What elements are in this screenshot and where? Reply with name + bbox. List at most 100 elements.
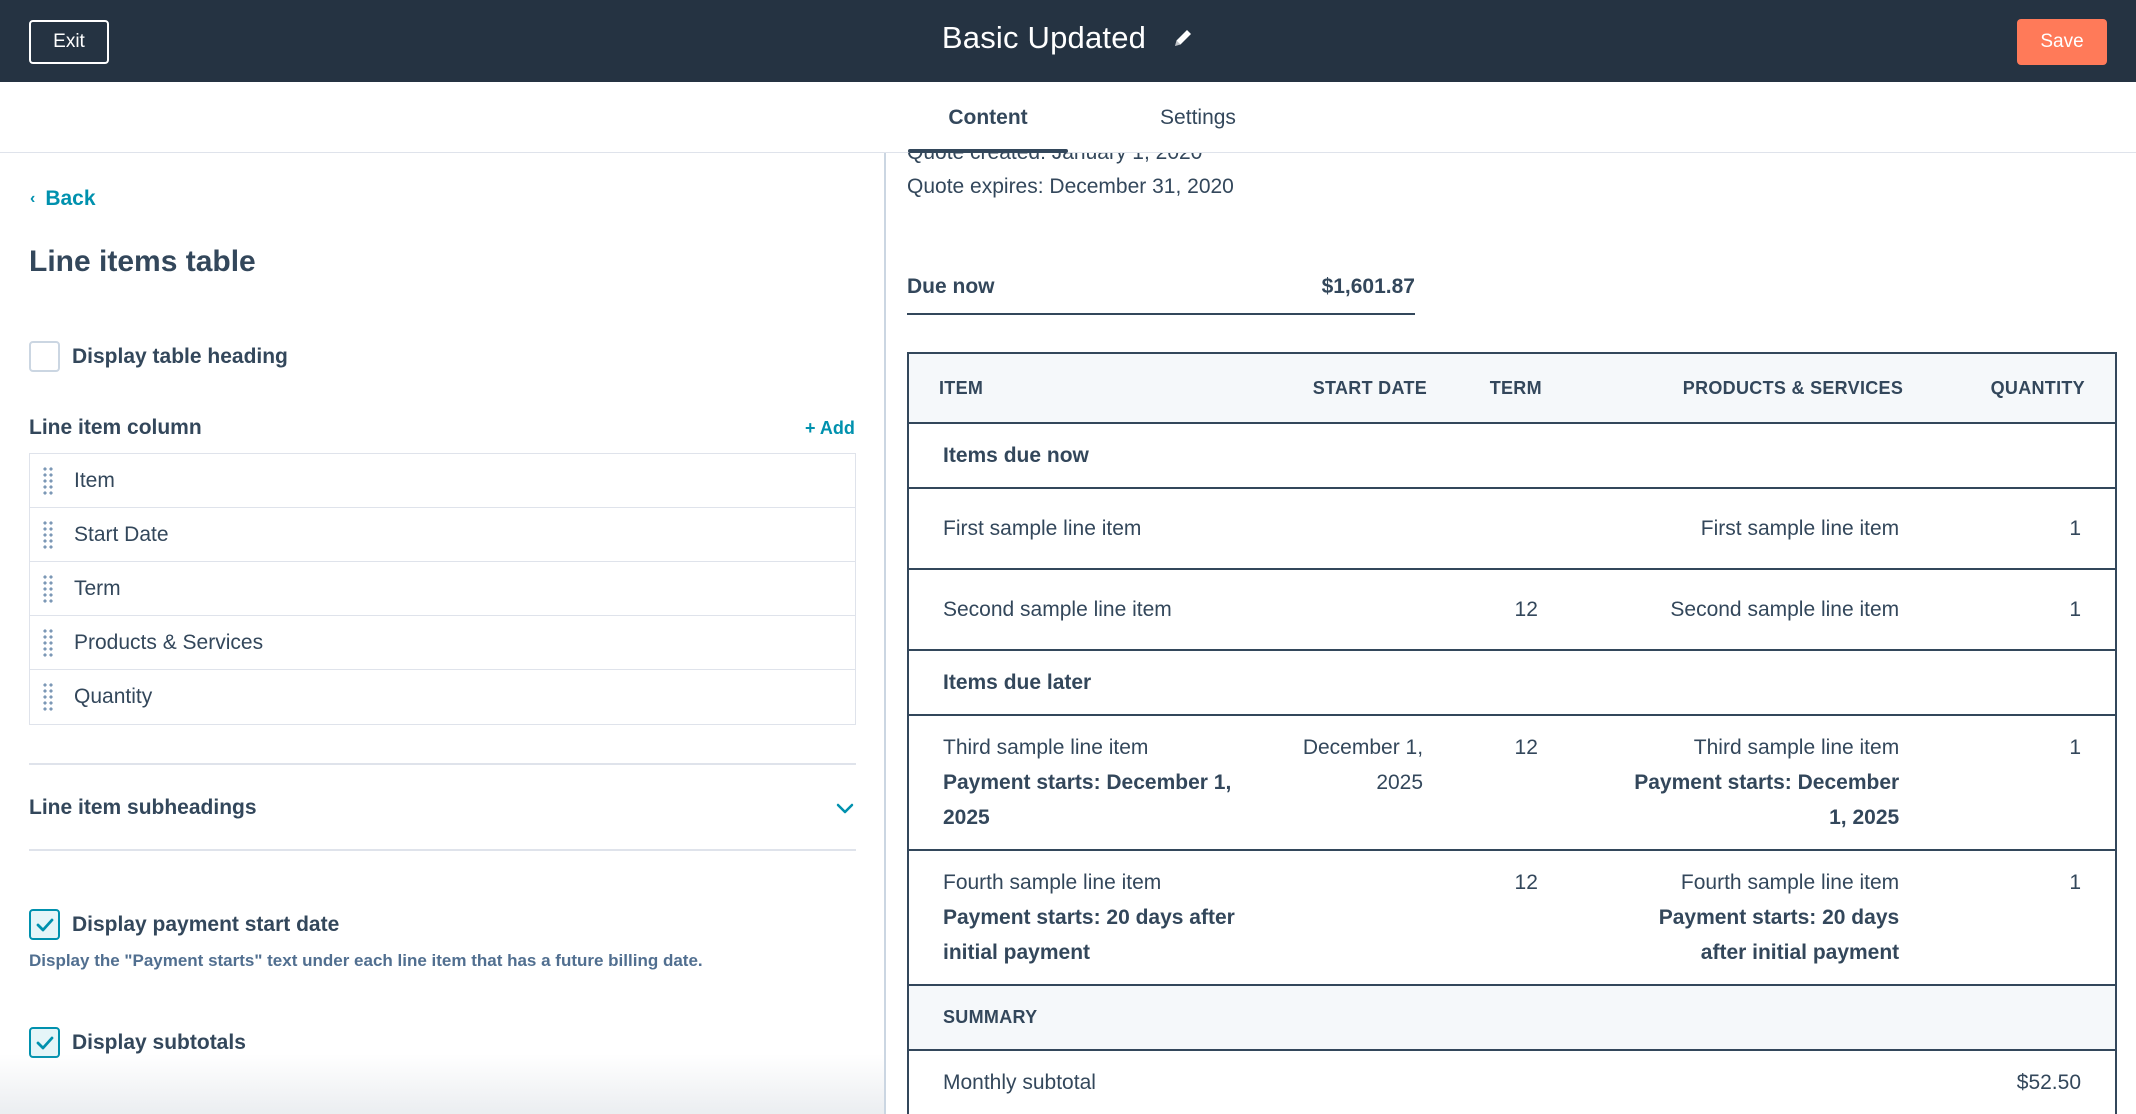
back-link[interactable]: ‹ Back: [30, 187, 96, 211]
display-subtotals-label: Display subtotals: [72, 1030, 246, 1054]
bottom-fade: [0, 1054, 884, 1114]
column-header: START DATE: [1297, 353, 1458, 424]
display-table-heading-checkbox[interactable]: [29, 341, 60, 372]
column-header: QUANTITY: [1933, 353, 2116, 424]
chevron-down-icon[interactable]: [834, 797, 856, 819]
summary-row: SUMMARY: [908, 985, 2116, 1051]
column-item-label: Products & Services: [74, 630, 264, 654]
pencil-icon[interactable]: [1172, 27, 1194, 49]
payment-starts: Payment starts: December 1, 2025: [943, 771, 1232, 829]
column-list: Item Start Date Term Products & Services…: [29, 453, 856, 725]
panel-title: Line items table: [29, 245, 256, 278]
back-label: Back: [45, 187, 96, 210]
cell-term: 12: [1457, 715, 1572, 851]
display-payment-start-label: Display payment start date: [72, 912, 340, 936]
drag-handle-icon[interactable]: [42, 465, 54, 496]
group-row: Items due now: [908, 423, 2116, 489]
column-item-label: Quantity: [74, 685, 153, 708]
column-header: TERM: [1457, 353, 1572, 424]
column-header: ITEM: [908, 353, 1298, 424]
group-label: Items due now: [908, 423, 2116, 489]
cell-product: Fourth sample line item Payment starts: …: [1571, 850, 1934, 986]
cell-qty: 1: [1933, 715, 2116, 851]
tab-bar: Content Settings: [0, 82, 2136, 153]
save-button[interactable]: Save: [2017, 19, 2107, 65]
monthly-subtotal-label: Monthly subtotal: [908, 1050, 1934, 1114]
payment-help-text: Display the "Payment starts" text under …: [29, 951, 703, 970]
top-bar: Exit Basic Updated Save: [0, 0, 2136, 82]
cell-start: [1297, 488, 1458, 570]
column-item-label: Term: [74, 576, 121, 600]
cell-qty: 1: [1933, 488, 2116, 570]
cell-item: Third sample line item Payment starts: D…: [908, 715, 1298, 851]
item-name: Fourth sample line item: [943, 871, 1162, 894]
cell-item: Fourth sample line item Payment starts: …: [908, 850, 1298, 986]
drag-handle-icon[interactable]: [42, 519, 54, 550]
quote-preview: Quote created: January 1, 2020 Quote exp…: [886, 153, 2136, 1114]
cell-term: 12: [1457, 850, 1572, 986]
due-now: Due now $1,601.87: [907, 275, 1415, 315]
divider: [29, 763, 856, 765]
table-row: Second sample line item 12 Second sample…: [908, 569, 2116, 651]
column-item-label: Item: [74, 468, 115, 492]
line-item-subheadings-label: Line item subheadings: [29, 796, 257, 819]
column-item[interactable]: Products & Services: [30, 616, 855, 670]
quote-created: Quote created: January 1, 2020: [907, 153, 1202, 165]
left-panel: ‹ Back Line items table Display table he…: [0, 153, 884, 1114]
cell-item: First sample line item: [908, 488, 1298, 570]
cell-start: [1297, 850, 1458, 986]
cell-term: 12: [1457, 569, 1572, 651]
payment-starts: Payment starts: 20 days after initial pa…: [943, 906, 1235, 964]
table-row: Fourth sample line item Payment starts: …: [908, 850, 2116, 986]
line-item-subheadings-toggle[interactable]: Line item subheadings: [29, 796, 856, 820]
column-item[interactable]: Quantity: [30, 670, 855, 724]
payment-starts: Payment starts: 20 days after initial pa…: [1658, 906, 1900, 964]
column-item-label: Start Date: [74, 522, 169, 546]
cell-qty: 1: [1933, 569, 2116, 651]
display-table-heading-label: Display table heading: [72, 344, 288, 368]
group-label: Items due later: [908, 650, 2116, 716]
drag-handle-icon[interactable]: [42, 682, 54, 712]
drag-handle-icon[interactable]: [42, 573, 54, 604]
line-item-column-label: Line item column: [29, 416, 202, 439]
title-wrap: Basic Updated: [0, 20, 2136, 56]
cell-term: [1457, 488, 1572, 570]
column-item[interactable]: Start Date: [30, 508, 855, 562]
due-now-value: $1,601.87: [1321, 275, 1415, 298]
cell-product: Second sample line item: [1571, 569, 1934, 651]
table-row: Third sample line item Payment starts: D…: [908, 715, 2116, 851]
drag-handle-icon[interactable]: [42, 627, 54, 658]
column-header: PRODUCTS & SERVICES: [1571, 353, 1934, 424]
product-name: Third sample line item: [1693, 736, 1900, 759]
table-row: First sample line item First sample line…: [908, 488, 2116, 570]
tab-settings[interactable]: Settings: [1100, 82, 1296, 153]
cell-qty: 1: [1933, 850, 2116, 986]
payment-starts: Payment starts: December 1, 2025: [1634, 771, 1900, 829]
cell-product: First sample line item: [1571, 488, 1934, 570]
cell-item: Second sample line item: [908, 569, 1298, 651]
column-item[interactable]: Item: [30, 454, 855, 508]
monthly-subtotal-value: $52.50: [1933, 1050, 2116, 1114]
display-table-heading-row: Display table heading: [29, 341, 288, 372]
document-title[interactable]: Basic Updated: [942, 20, 1146, 56]
cell-start: [1297, 569, 1458, 651]
tab-content[interactable]: Content: [908, 82, 1068, 153]
add-column-button[interactable]: + Add: [805, 418, 855, 439]
divider: [29, 849, 856, 851]
cell-product: Third sample line item Payment starts: D…: [1571, 715, 1934, 851]
cell-start: December 1, 2025: [1297, 715, 1458, 851]
check-icon: [36, 1036, 53, 1049]
display-payment-start-checkbox[interactable]: [29, 909, 60, 940]
display-payment-start-row: Display payment start date: [29, 909, 339, 940]
check-icon: [36, 918, 53, 931]
chevron-left-icon: ‹: [30, 190, 36, 207]
quote-expires: Quote expires: December 31, 2020: [907, 175, 1234, 198]
item-name: Third sample line item: [943, 736, 1149, 759]
due-now-label: Due now: [907, 275, 995, 298]
line-items-table: ITEM START DATE TERM PRODUCTS & SERVICES…: [907, 352, 2117, 1114]
table-header-row: ITEM START DATE TERM PRODUCTS & SERVICES…: [908, 353, 2116, 424]
subtotal-row: Monthly subtotal $52.50: [908, 1050, 2116, 1114]
column-item[interactable]: Term: [30, 562, 855, 616]
group-row: Items due later: [908, 650, 2116, 716]
summary-label: SUMMARY: [908, 985, 2116, 1051]
